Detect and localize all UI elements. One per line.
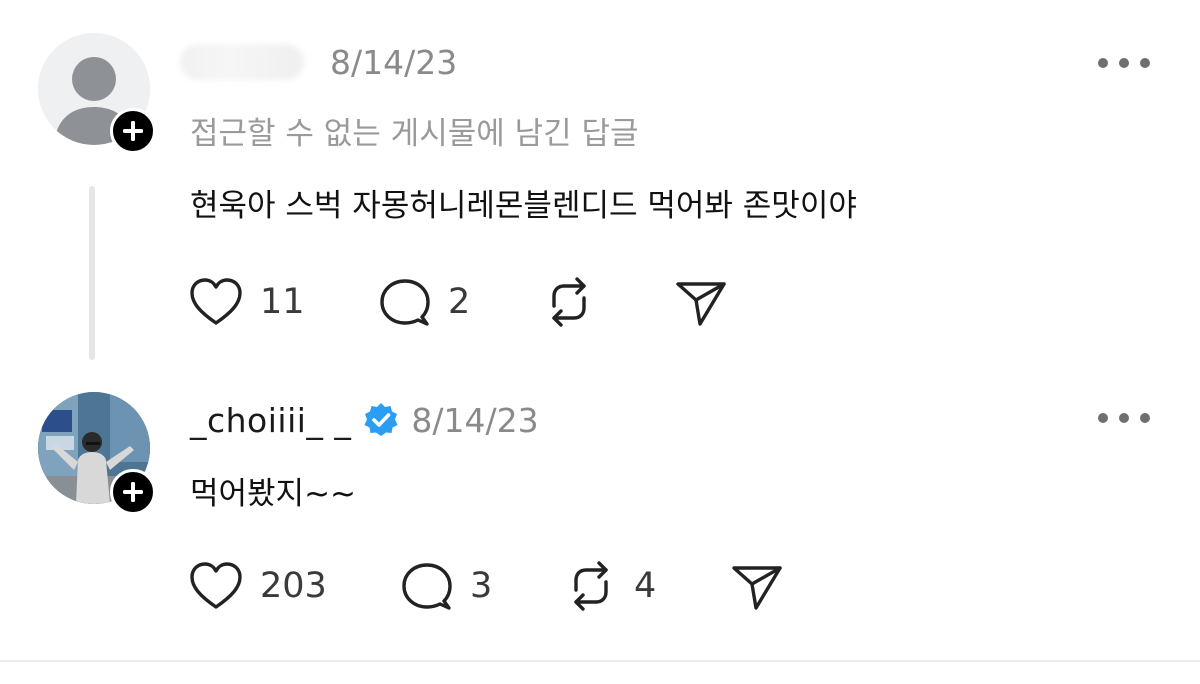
- reply-context-note: 접근할 수 없는 게시물에 남긴 답글: [190, 116, 639, 152]
- thread-line: [89, 186, 95, 360]
- post-header: 8/14/23: [180, 40, 458, 84]
- heart-icon: [190, 278, 242, 325]
- post-text: 현욱아 스벅 자몽허니레몬블렌디드 먹어봐 존맛이야: [190, 188, 857, 224]
- reply-count: 2: [448, 282, 471, 322]
- share-button[interactable]: [674, 276, 728, 328]
- like-count: 203: [260, 566, 327, 606]
- repost-count: 4: [634, 566, 657, 606]
- like-button[interactable]: 203: [188, 560, 327, 612]
- post-header: _choiiii_ _ 8/14/23: [190, 398, 539, 442]
- reply-post: _choiiii_ _ 8/14/23 먹어봤지~~ 203 3 4: [0, 378, 1200, 660]
- follow-button[interactable]: [110, 108, 156, 154]
- divider: [0, 660, 1200, 662]
- repost-button[interactable]: 4: [564, 560, 656, 612]
- like-button[interactable]: 11: [188, 276, 305, 328]
- more-options-button[interactable]: [1098, 408, 1150, 428]
- timestamp: 8/14/23: [411, 400, 539, 440]
- username-redacted: [180, 44, 304, 80]
- timestamp: 8/14/23: [330, 42, 458, 82]
- like-count: 11: [260, 282, 305, 322]
- reply-button[interactable]: 2: [378, 276, 470, 328]
- send-paper-plane-icon: [732, 566, 782, 610]
- more-dots-icon: [1098, 413, 1108, 423]
- repost-arrows-icon: [574, 561, 608, 611]
- thread-view: 8/14/23 접근할 수 없는 게시물에 남긴 답글 현욱아 스벅 자몽허니레…: [0, 0, 1200, 684]
- verified-badge-icon: [364, 403, 398, 436]
- send-paper-plane-icon: [676, 282, 726, 326]
- repost-button[interactable]: [542, 276, 596, 328]
- follow-button[interactable]: [110, 469, 156, 515]
- reply-button[interactable]: 3: [400, 560, 492, 612]
- reply-count: 3: [470, 566, 493, 606]
- comment-bubble-icon: [380, 279, 430, 326]
- plus-icon: [123, 121, 143, 141]
- reply-post: 8/14/23 접근할 수 없는 게시물에 남긴 답글 현욱아 스벅 자몽허니레…: [0, 0, 1200, 370]
- more-dots-icon: [1098, 58, 1108, 68]
- username[interactable]: _choiiii_ _: [190, 401, 351, 440]
- plus-icon: [123, 482, 143, 502]
- post-text: 먹어봤지~~: [190, 476, 357, 512]
- comment-bubble-icon: [402, 563, 452, 610]
- heart-icon: [190, 562, 242, 609]
- more-options-button[interactable]: [1098, 53, 1150, 73]
- repost-arrows-icon: [552, 277, 586, 327]
- share-button[interactable]: [730, 560, 784, 612]
